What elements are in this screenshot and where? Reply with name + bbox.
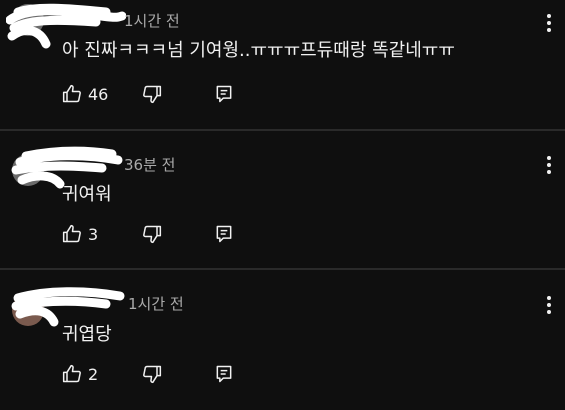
thumbs-up-icon — [62, 84, 81, 103]
more-vertical-icon[interactable] — [540, 155, 558, 175]
like-button[interactable]: 3 — [62, 224, 98, 244]
reply-icon — [216, 365, 232, 383]
thumbs-down-icon — [143, 225, 162, 244]
reply-icon — [216, 85, 232, 103]
comment: 1시간 전 귀엽당 2 — [0, 280, 565, 410]
divider — [0, 129, 565, 131]
comment-timestamp: 1시간 전 — [124, 12, 180, 30]
dislike-button[interactable] — [142, 364, 162, 384]
more-vertical-icon[interactable] — [540, 13, 558, 33]
comment: 36분 전 귀여워 3 — [0, 140, 565, 270]
comment-timestamp: 36분 전 — [124, 156, 176, 174]
more-vertical-icon[interactable] — [540, 295, 558, 315]
comment-text: 아 진짜ㅋㅋㅋ넘 기여웡..ㅠㅠㅠ프듀때랑 똑같네ㅠㅠ — [62, 40, 455, 61]
dislike-button[interactable] — [142, 84, 162, 104]
like-count: 3 — [88, 224, 99, 244]
thumbs-down-icon — [143, 365, 162, 384]
like-button[interactable]: 2 — [62, 364, 98, 384]
thumbs-up-icon — [62, 364, 81, 383]
dislike-button[interactable] — [142, 224, 162, 244]
comment: 1시간 전 아 진짜ㅋㅋㅋ넘 기여웡..ㅠㅠㅠ프듀때랑 똑같네ㅠㅠ 46 — [0, 0, 565, 130]
reply-button[interactable] — [214, 84, 234, 104]
like-count: 2 — [88, 364, 99, 384]
comment-timestamp: 1시간 전 — [128, 295, 184, 313]
reply-button[interactable] — [214, 364, 234, 384]
like-button[interactable]: 46 — [62, 84, 108, 104]
reply-button[interactable] — [214, 224, 234, 244]
thumbs-down-icon — [143, 85, 162, 104]
like-count: 46 — [88, 84, 109, 104]
divider — [0, 268, 565, 270]
reply-icon — [216, 225, 232, 243]
comment-text: 귀여워 — [62, 184, 112, 205]
thumbs-up-icon — [62, 224, 81, 243]
comment-text: 귀엽당 — [62, 324, 112, 345]
